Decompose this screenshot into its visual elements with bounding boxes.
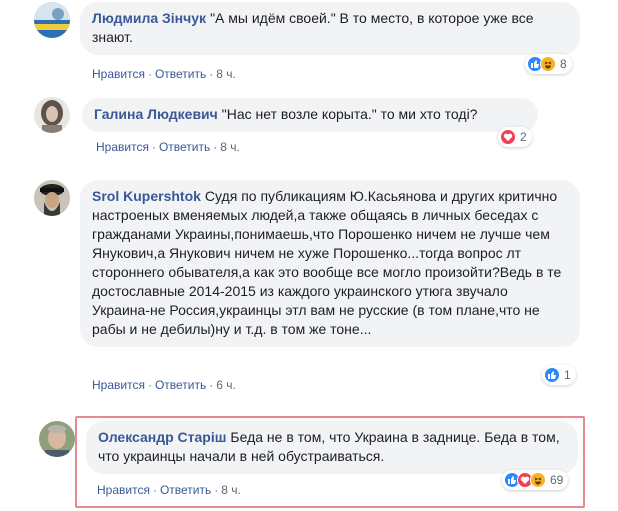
reaction-count: 8 <box>560 57 567 71</box>
separator: · <box>151 140 156 154</box>
comment-author[interactable]: Людмила Зінчук <box>92 10 206 26</box>
separator: · <box>214 483 219 497</box>
comment-actions: Нравится · Ответить · 8 ч. <box>97 482 241 498</box>
reply-link[interactable]: Ответить <box>155 378 206 392</box>
separator: · <box>147 67 152 81</box>
reaction-count: 2 <box>520 130 527 144</box>
comment-text: Судя по публикациям Ю.Касьянова и других… <box>92 188 562 337</box>
comment-text: "Нас нет возле корыта." то ми хто тоді? <box>221 106 478 122</box>
separator: · <box>213 140 218 154</box>
separator: · <box>152 483 157 497</box>
comment-author[interactable]: Галина Людкевич <box>94 106 218 122</box>
comment-actions: Нравится · Ответить · 6 ч. <box>92 377 236 393</box>
reaction-summary[interactable]: 1 <box>542 365 576 385</box>
comment-actions: Нравится · Ответить · 8 ч. <box>96 139 240 155</box>
timestamp[interactable]: 6 ч. <box>216 378 236 392</box>
timestamp[interactable]: 8 ч. <box>221 483 241 497</box>
like-icon <box>544 367 560 383</box>
separator: · <box>147 378 152 392</box>
timestamp[interactable]: 8 ч. <box>220 140 240 154</box>
haha-icon <box>540 56 556 72</box>
like-link[interactable]: Нравится <box>96 140 149 154</box>
comment-bubble: Олександр Старіш Беда не в том, что Украи… <box>86 421 578 474</box>
reaction-summary[interactable]: 2 <box>498 127 532 147</box>
like-link[interactable]: Нравится <box>92 67 145 81</box>
avatar[interactable] <box>39 421 75 457</box>
avatar[interactable] <box>34 2 70 38</box>
like-link[interactable]: Нравится <box>92 378 145 392</box>
comment-bubble: Srol Kupershtok Судя по публикациям Ю.Кас… <box>80 180 580 347</box>
reaction-summary[interactable]: 69 <box>502 470 569 490</box>
haha-icon <box>530 472 546 488</box>
comment-bubble: Людмила Зінчук "А мы идём своей." В то ме… <box>80 2 580 55</box>
comment-actions: Нравится · Ответить · 8 ч. <box>92 66 236 82</box>
reply-link[interactable]: Ответить <box>159 140 210 154</box>
separator: · <box>209 378 214 392</box>
reply-link[interactable]: Ответить <box>160 483 211 497</box>
separator: · <box>209 67 214 81</box>
like-link[interactable]: Нравится <box>97 483 150 497</box>
avatar[interactable] <box>34 180 70 216</box>
comment-author[interactable]: Srol Kupershtok <box>92 188 201 204</box>
reaction-summary[interactable]: 8 <box>525 54 572 74</box>
love-icon <box>500 129 516 145</box>
reply-link[interactable]: Ответить <box>155 67 206 81</box>
timestamp[interactable]: 8 ч. <box>216 67 236 81</box>
avatar[interactable] <box>34 97 70 133</box>
reaction-count: 1 <box>564 368 571 382</box>
comment-bubble: Галина Людкевич "Нас нет возле корыта." т… <box>82 98 538 132</box>
reaction-count: 69 <box>550 473 564 487</box>
comment-author[interactable]: Олександр Старіш <box>98 429 226 445</box>
